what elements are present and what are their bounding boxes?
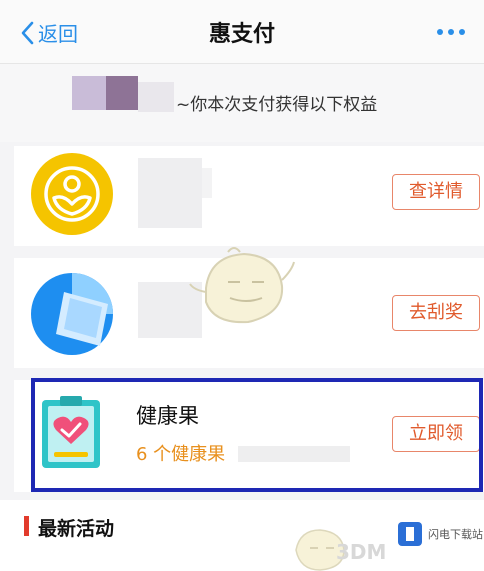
section-accent-bar [24, 516, 29, 536]
blurred-avatar-part [106, 76, 138, 110]
blue-scratch-card-icon [31, 273, 113, 355]
highlight-frame [31, 378, 483, 492]
blurred-avatar [72, 76, 106, 110]
blurred-benefit-detail [202, 168, 212, 198]
view-details-button[interactable]: 查详情 [392, 174, 480, 210]
lightning-logo-icon [398, 522, 422, 546]
section-title: 最新活动 [38, 518, 115, 540]
watermark-logo-text: 闪电下载站 [428, 528, 483, 541]
scratch-prize-button[interactable]: 去刮奖 [392, 295, 480, 331]
navigation-bar: 返回 惠支付 [0, 0, 484, 64]
watermark-logo: 闪电下载站 [398, 522, 483, 546]
watermark-mascot-icon [189, 247, 295, 324]
gold-coin-icon [31, 153, 113, 235]
blurred-benefit-title [138, 158, 202, 228]
page-title: 惠支付 [208, 22, 275, 47]
benefits-header-text: ~你本次支付获得以下权益 [176, 95, 378, 115]
watermark-text: 3DM [336, 540, 387, 564]
blurred-username [138, 82, 174, 112]
more-options-icon[interactable] [436, 28, 466, 36]
